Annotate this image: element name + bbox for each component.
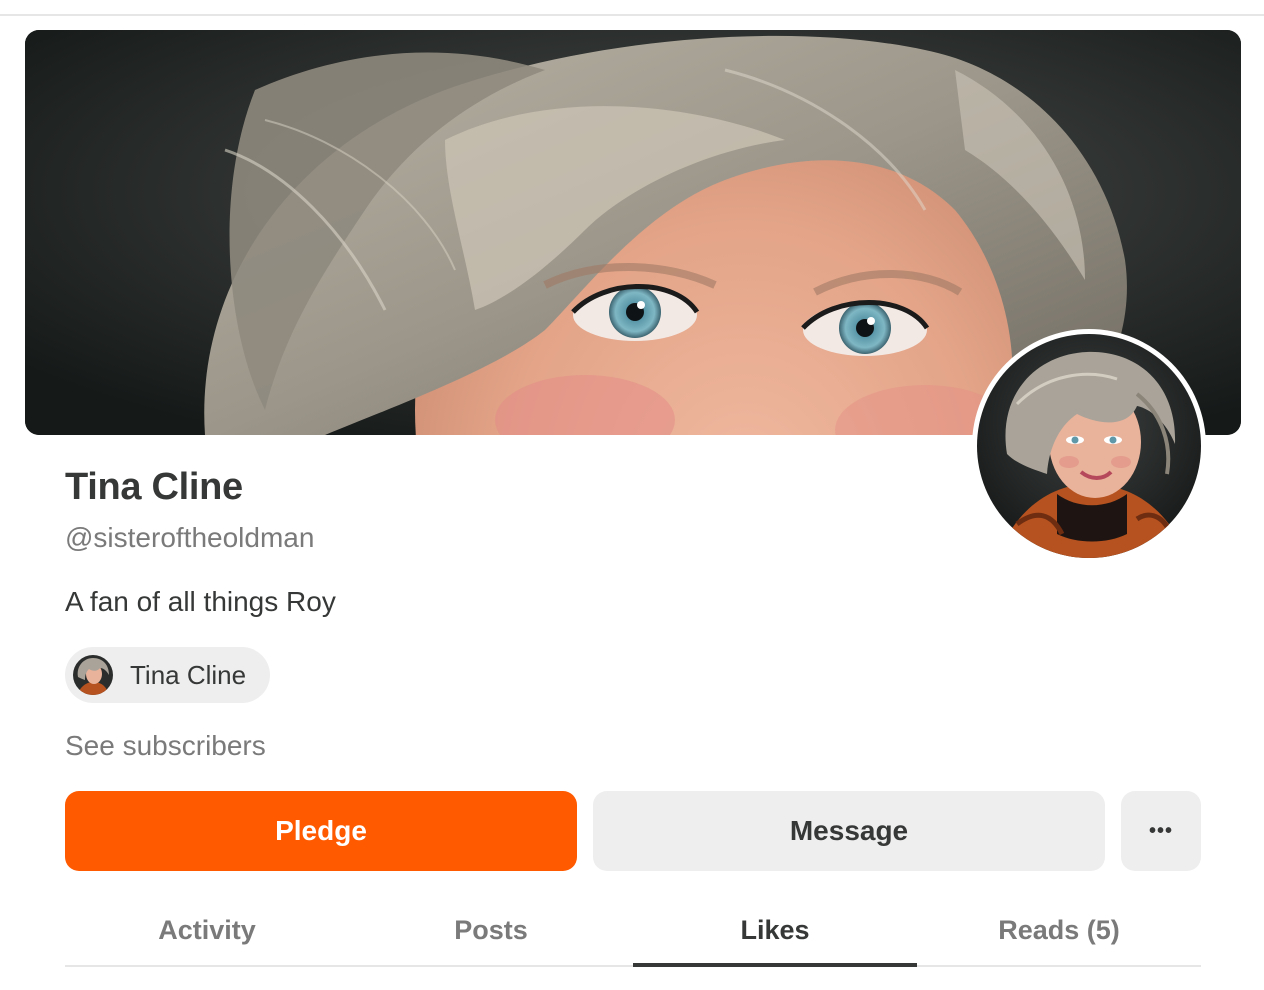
profile-tabs: Activity Posts Likes Reads (5)	[65, 895, 1201, 967]
profile-handle: @sisteroftheoldman	[65, 522, 315, 553]
more-icon: •••	[1148, 819, 1173, 842]
more-options-button[interactable]: •••	[1121, 791, 1201, 871]
top-divider	[0, 14, 1264, 16]
tab-likes[interactable]: Likes	[633, 895, 917, 967]
tab-posts[interactable]: Posts	[349, 895, 633, 965]
publication-name: Tina Cline	[130, 659, 247, 690]
tab-activity[interactable]: Activity	[65, 895, 349, 965]
profile-avatar[interactable]	[972, 329, 1206, 563]
tab-reads[interactable]: Reads (5)	[917, 895, 1201, 965]
pledge-button[interactable]: Pledge	[65, 791, 577, 871]
see-subscribers-link[interactable]: See subscribers	[65, 730, 266, 762]
publication-avatar	[73, 655, 113, 695]
message-button[interactable]: Message	[593, 791, 1105, 871]
profile-name: Tina Cline	[65, 466, 243, 508]
profile-bio: A fan of all things Roy	[65, 586, 336, 617]
publication-chip[interactable]: Tina Cline	[65, 647, 271, 703]
